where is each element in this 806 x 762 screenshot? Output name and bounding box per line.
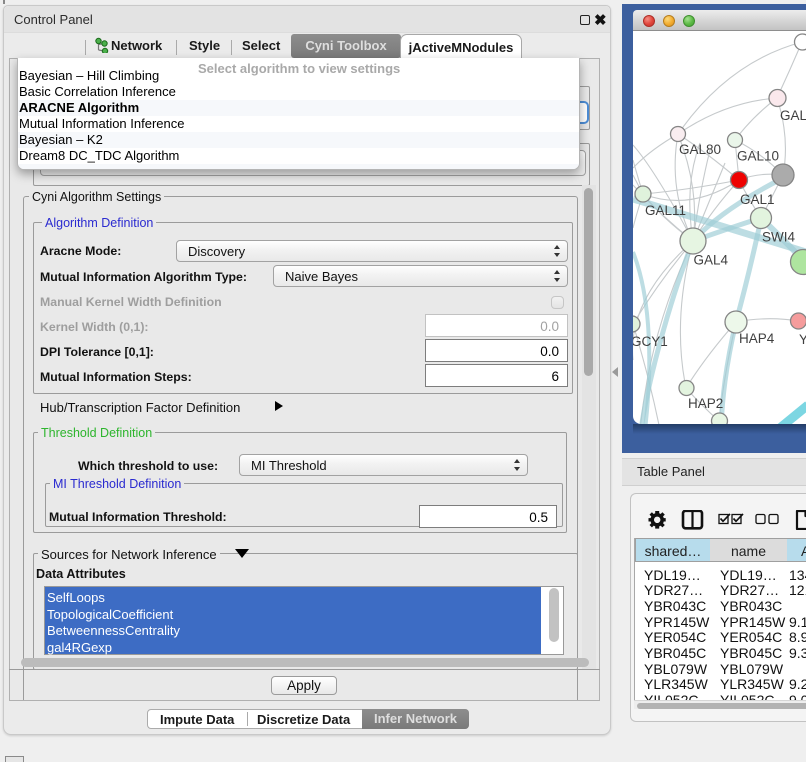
svg-text:YM: YM <box>799 332 806 347</box>
svg-text:HAP2: HAP2 <box>688 396 723 411</box>
svg-text:GCY1: GCY1 <box>633 334 668 349</box>
svg-text:GAL1: GAL1 <box>740 192 775 207</box>
svg-text:HAP4: HAP4 <box>739 331 775 346</box>
svg-text:GAL80: GAL80 <box>679 142 721 157</box>
svg-text:GAL2: GAL2 <box>780 108 806 123</box>
svg-text:SWI4: SWI4 <box>762 230 795 245</box>
svg-text:GAL10: GAL10 <box>737 149 779 164</box>
svg-text:GAL11: GAL11 <box>645 203 686 218</box>
svg-text:GAL4: GAL4 <box>694 253 729 268</box>
